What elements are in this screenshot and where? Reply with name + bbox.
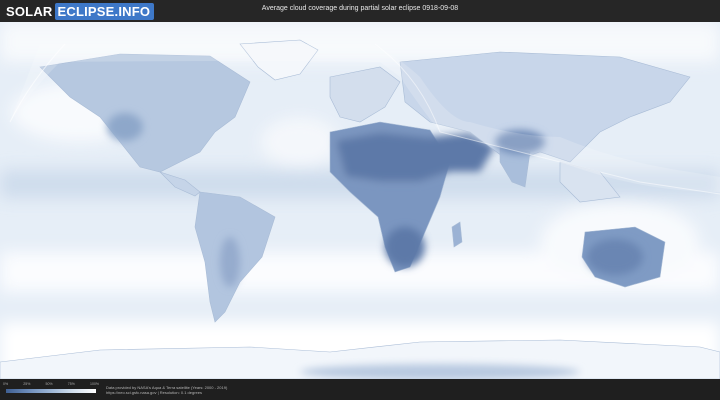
credit-line-2[interactable]: https://neo.sci.gsfc.nasa.gov | Resoluti… [106, 390, 227, 395]
page-title: Average cloud coverage during partial so… [261, 5, 459, 12]
legend-tick: 25% [23, 382, 31, 386]
legend-tick: 0% [3, 382, 9, 386]
cloud-coverage-world-map [0, 22, 720, 379]
footer-bar: 0% 25% 50% 75% 100% Data provided by NAS… [0, 379, 720, 400]
data-credit: Data provided by NASA's Aqua & Terra sat… [106, 385, 227, 395]
header-bar: SOLAR ECLIPSE.INFO Average cloud coverag… [0, 0, 720, 22]
madagascar [451, 221, 463, 248]
legend-tick: 75% [67, 382, 75, 386]
cloud-coverage-legend-bar [6, 389, 96, 393]
legend-ticks: 0% 25% 50% 75% 100% [3, 382, 99, 386]
legend-tick: 50% [45, 382, 53, 386]
legend-tick: 100% [90, 382, 99, 386]
